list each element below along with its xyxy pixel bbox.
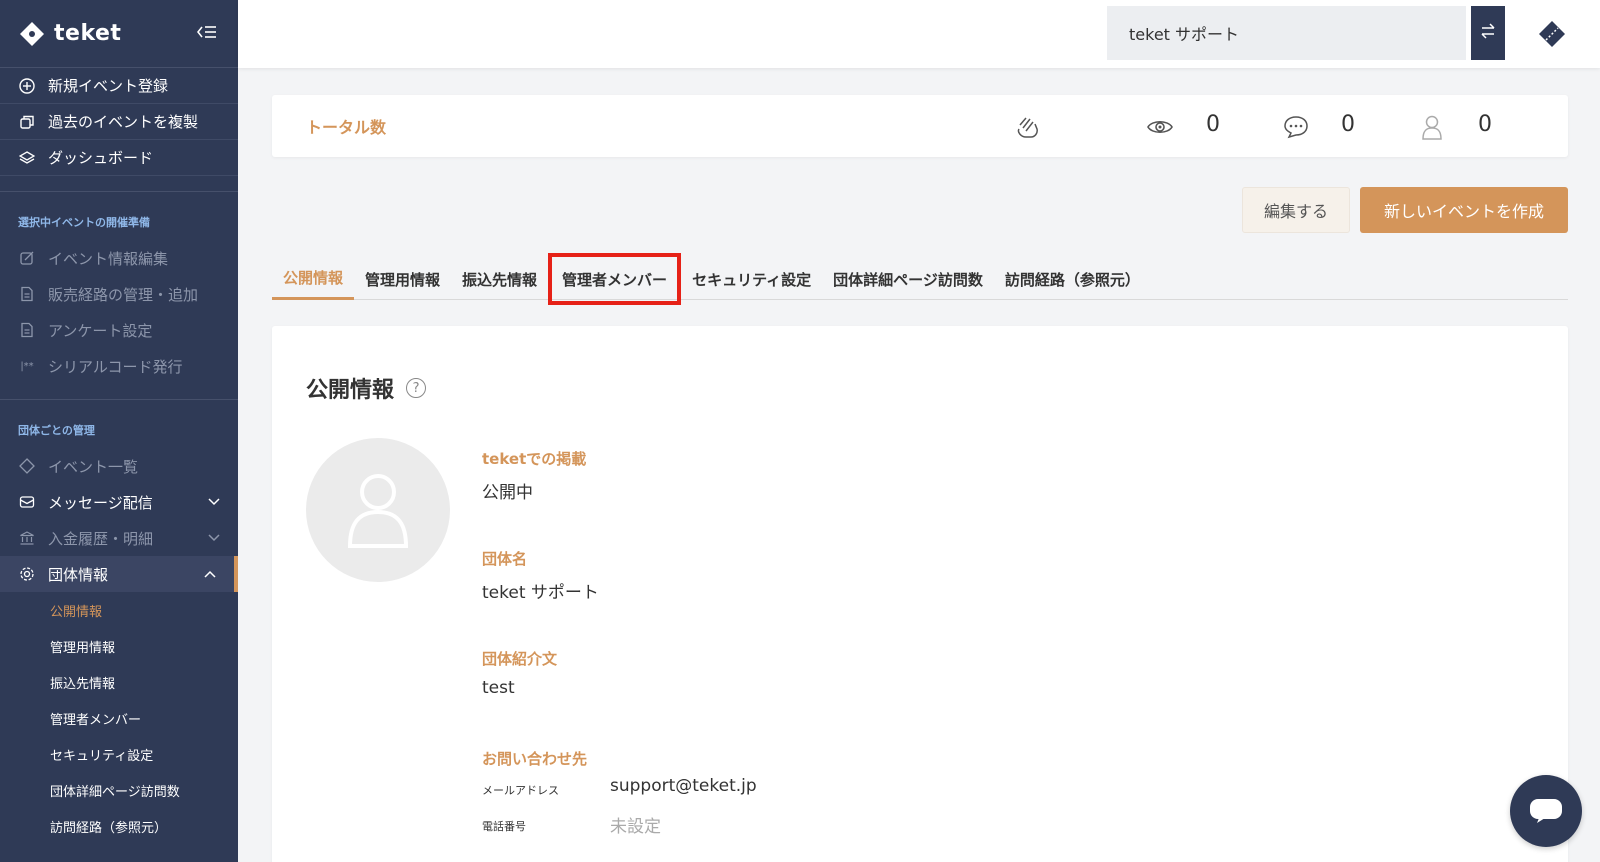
sidebar-item-label: 新規イベント登録: [48, 77, 169, 95]
sidebar-item-label: 団体情報: [48, 565, 109, 584]
org-selector[interactable]: teket サポート: [1107, 6, 1466, 60]
intro-label: 団体紹介文: [482, 650, 558, 668]
eye-icon: [1146, 113, 1174, 141]
tab-bank-info[interactable]: 振込先情報: [451, 258, 548, 300]
sidebar-item-label: イベント一覧: [48, 457, 139, 476]
tab-security[interactable]: セキュリティ設定: [681, 258, 822, 300]
sidebar-item-label: 入金履歴・明細: [48, 529, 154, 548]
clap-icon: [1014, 113, 1042, 141]
sidebar-item-label: イベント情報編集: [48, 249, 169, 268]
phone-label: 電話番号: [482, 820, 526, 833]
sidebar-section-event-prep: 選択中イベントの開催準備: [18, 216, 150, 229]
sidebar-item-label: 過去のイベントを複製: [48, 113, 199, 131]
sidebar-item-dashboard[interactable]: ダッシュボード: [0, 140, 238, 176]
sidebar-item-label: ダッシュボード: [48, 149, 154, 167]
public-info-panel: 公開情報 ? teketでの掲載 公開中 団体名 teket サポート 団体紹介…: [272, 326, 1568, 862]
sidebar-item-label: シリアルコード発行: [48, 357, 183, 376]
comments-count: 0: [1341, 112, 1355, 137]
chevron-down-icon[interactable]: [208, 531, 220, 545]
chevron-up-icon[interactable]: [204, 567, 216, 581]
copy-icon: [18, 113, 36, 131]
sidebar-subitem-referrers[interactable]: 訪問経路（参照元）: [0, 808, 238, 844]
document-icon: [18, 321, 36, 339]
plus-circle-icon: [18, 77, 36, 95]
listing-label: teketでの掲載: [482, 450, 587, 468]
topbar: teket サポート: [238, 0, 1600, 68]
sidebar-subitem-public-info[interactable]: 公開情報: [0, 592, 238, 628]
sidebar-item-duplicate-event[interactable]: 過去のイベントを複製: [0, 104, 238, 140]
intro-value: test: [482, 678, 515, 698]
logo-row: teket: [0, 0, 238, 68]
phone-value: 未設定: [610, 817, 661, 837]
org-name-value: teket サポート: [482, 583, 599, 603]
org-selector-label: teket サポート: [1129, 25, 1240, 44]
tab-admin-members[interactable]: 管理者メンバー: [548, 253, 682, 305]
sidebar-item-messages[interactable]: メッセージ配信: [0, 484, 238, 520]
chat-support-button[interactable]: [1510, 775, 1582, 847]
views-count: 0: [1206, 112, 1220, 137]
sidebar-item-serial-code[interactable]: |** シリアルコード発行: [0, 348, 238, 384]
edit-button[interactable]: 編集する: [1242, 187, 1350, 233]
sidebar-subitem-security[interactable]: セキュリティ設定: [0, 736, 238, 772]
document-icon: [18, 285, 36, 303]
serial-icon: |**: [20, 360, 34, 372]
brand-name[interactable]: teket: [54, 21, 121, 46]
gear-icon: [18, 565, 36, 583]
layers-icon: [18, 149, 36, 167]
sidebar-subitem-admin-info[interactable]: 管理用情報: [0, 628, 238, 664]
sidebar-item-label: 販売経路の管理・追加: [48, 285, 199, 304]
ticket-icon: [18, 457, 36, 475]
sidebar-item-org-info[interactable]: 団体情報: [0, 556, 238, 592]
panel-title-text: 公開情報: [306, 378, 395, 403]
edit-icon: [18, 249, 36, 267]
sidebar-item-payments[interactable]: 入金履歴・明細: [0, 520, 238, 556]
chat-bubble-icon: [1530, 799, 1562, 823]
teket-logo-icon[interactable]: [18, 20, 46, 48]
tab-page-visits[interactable]: 団体詳細ページ訪問数: [822, 258, 994, 300]
user-icon: [1418, 113, 1446, 141]
chevron-down-icon[interactable]: [208, 495, 220, 509]
contact-label: お問い合わせ先: [482, 750, 588, 768]
users-count: 0: [1478, 112, 1492, 137]
user-placeholder-icon: [347, 474, 409, 548]
sidebar-item-label: メッセージ配信: [48, 493, 153, 512]
sidebar-item-event-edit[interactable]: イベント情報編集: [0, 240, 238, 276]
main-content: トータル数 0 0 0 編集する 新しいイベントを作成 公開情報 管理用情報 振…: [238, 68, 1600, 862]
tab-public-info[interactable]: 公開情報: [272, 258, 355, 300]
collapse-sidebar-icon[interactable]: [194, 24, 220, 43]
panel-title: 公開情報 ?: [306, 372, 427, 404]
sidebar-item-label: アンケート設定: [48, 321, 153, 340]
listing-value: 公開中: [482, 483, 533, 503]
sidebar-subitem-admin-members[interactable]: 管理者メンバー: [0, 700, 238, 736]
email-label: メールアドレス: [482, 784, 559, 797]
teket-ticket-icon[interactable]: [1536, 18, 1568, 50]
sidebar-divider: [0, 384, 238, 400]
sidebar-item-event-list[interactable]: イベント一覧: [0, 448, 238, 484]
tab-bar: 公開情報 管理用情報 振込先情報 管理者メンバー セキュリティ設定 団体詳細ペー…: [272, 253, 1568, 305]
email-value: support@teket.jp: [610, 776, 757, 796]
sidebar: teket 新規イベント登録 過去のイベントを複製 ダッシュボード 選択中イベン…: [0, 0, 238, 862]
sidebar-subitem-page-visits[interactable]: 団体詳細ページ訪問数: [0, 772, 238, 808]
sidebar-divider: [0, 176, 238, 192]
comment-icon: [1282, 113, 1310, 141]
sidebar-section-org: 団体ごとの管理: [18, 424, 95, 437]
sidebar-subitem-bank-info[interactable]: 振込先情報: [0, 664, 238, 700]
totals-title: トータル数: [306, 118, 387, 137]
avatar: [306, 438, 450, 582]
totals-card: トータル数 0 0 0: [272, 95, 1568, 157]
tab-referrers[interactable]: 訪問経路（参照元）: [994, 258, 1151, 300]
swap-arrows-icon: [1479, 22, 1497, 45]
sidebar-item-new-event[interactable]: 新規イベント登録: [0, 68, 238, 104]
bank-icon: [18, 529, 36, 547]
org-name-label: 団体名: [482, 550, 528, 568]
sidebar-item-survey[interactable]: アンケート設定: [0, 312, 238, 348]
mail-icon: [18, 493, 36, 511]
sidebar-item-sales-channels[interactable]: 販売経路の管理・追加: [0, 276, 238, 312]
help-icon[interactable]: ?: [406, 378, 427, 398]
switch-org-button[interactable]: [1471, 6, 1505, 60]
tab-admin-info[interactable]: 管理用情報: [354, 258, 451, 300]
new-event-button[interactable]: 新しいイベントを作成: [1360, 187, 1568, 233]
